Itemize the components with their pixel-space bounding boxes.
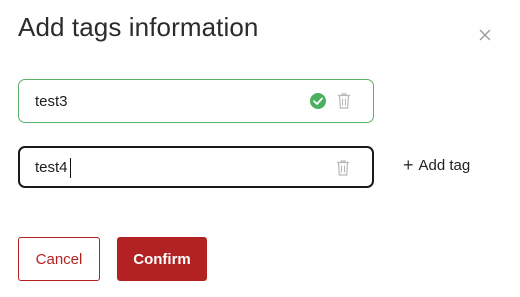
trash-icon[interactable]: [335, 158, 351, 178]
trash-icon[interactable]: [336, 91, 352, 111]
add-tag-label: Add tag: [418, 156, 471, 174]
check-circle-icon: [309, 92, 327, 110]
dialog-title: Add tags information: [18, 12, 259, 42]
cancel-button[interactable]: Cancel: [18, 237, 100, 281]
add-tag-button[interactable]: + Add tag: [403, 156, 470, 174]
tag-input[interactable]: [35, 80, 285, 122]
tag-field-1: [18, 79, 374, 123]
tag-field-2: [18, 146, 374, 188]
confirm-button[interactable]: Confirm: [117, 237, 207, 281]
close-icon[interactable]: [476, 26, 494, 44]
text-cursor: [70, 158, 71, 178]
plus-icon: +: [403, 155, 414, 175]
tag-input[interactable]: [35, 148, 285, 186]
